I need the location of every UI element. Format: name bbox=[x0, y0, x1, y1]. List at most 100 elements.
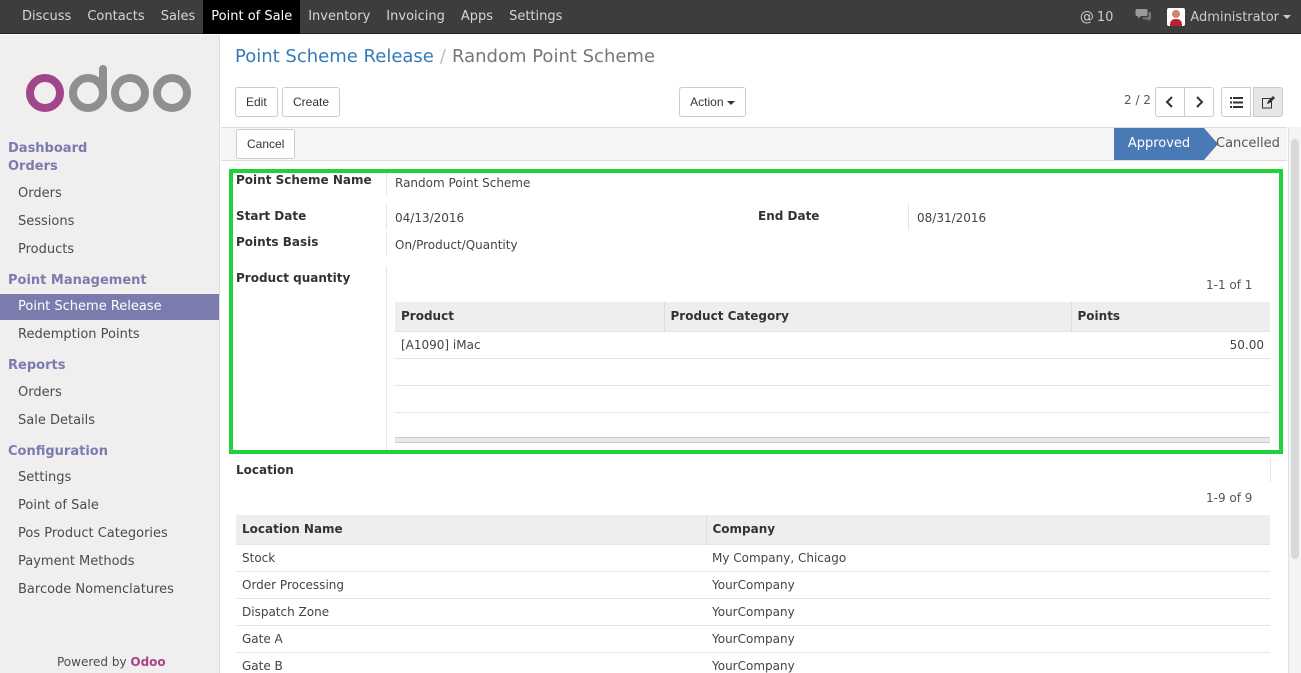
powered-by-text: Powered by bbox=[57, 655, 127, 669]
company-cell: YourCompany bbox=[706, 597, 1270, 625]
menu-point-of-sale[interactable]: Point of Sale bbox=[203, 0, 301, 34]
user-name[interactable]: Administrator bbox=[1190, 10, 1279, 25]
form-view-button[interactable] bbox=[1253, 87, 1283, 117]
status-bar: Cancel Approved Cancelled bbox=[221, 128, 1287, 161]
table-header-row: Location Name Company bbox=[236, 515, 1270, 544]
action-dropdown[interactable]: Action bbox=[679, 87, 746, 117]
stage-cancelled[interactable]: Cancelled bbox=[1216, 128, 1280, 160]
sidebar-section-dashboard[interactable]: Dashboard bbox=[8, 141, 87, 156]
empty-row bbox=[395, 411, 1270, 439]
sidebar-item-sessions[interactable]: Sessions bbox=[0, 209, 219, 235]
location-table: Location Name Company Stock My Company, … bbox=[236, 515, 1270, 673]
notifications-button[interactable]: @ 10 bbox=[1080, 9, 1114, 25]
points-cell: 50.00 bbox=[1071, 330, 1270, 358]
pager-previous-button[interactable] bbox=[1155, 87, 1185, 117]
column-company[interactable]: Company bbox=[705, 515, 1270, 544]
sidebar-item-sale-details[interactable]: Sale Details bbox=[0, 408, 219, 434]
sidebar-section-orders[interactable]: Orders bbox=[8, 159, 58, 174]
sidebar-section-reports[interactable]: Reports bbox=[8, 358, 65, 373]
product-pager[interactable]: 1-1 of 1 bbox=[1206, 278, 1252, 292]
table-row[interactable]: [A1090] iMac 50.00 bbox=[395, 330, 1270, 358]
menu-apps[interactable]: Apps bbox=[453, 0, 501, 34]
app-menu: Discuss Contacts Sales Point of Sale Inv… bbox=[14, 0, 570, 34]
sidebar-section-configuration[interactable]: Configuration bbox=[8, 444, 108, 459]
stage-approved[interactable]: Approved bbox=[1114, 128, 1218, 160]
sidebar-item-orders[interactable]: Orders bbox=[0, 181, 219, 207]
breadcrumb: Point Scheme Release / Random Point Scheme bbox=[235, 46, 655, 67]
product-quantity-table: Product Product Category Points [A1090] … bbox=[395, 302, 1270, 439]
menu-contacts[interactable]: Contacts bbox=[79, 0, 152, 34]
table-row[interactable]: Dispatch Zone YourCompany bbox=[236, 597, 1270, 625]
sidebar-item-settings[interactable]: Settings bbox=[0, 465, 219, 491]
powered-by: Powered by Odoo bbox=[57, 655, 166, 669]
menu-sales[interactable]: Sales bbox=[153, 0, 204, 34]
column-product[interactable]: Product bbox=[395, 302, 664, 331]
chevron-right-icon bbox=[1196, 96, 1204, 108]
sidebar-section-point-management[interactable]: Point Management bbox=[8, 273, 147, 288]
sidebar-item-pos-product-categories[interactable]: Pos Product Categories bbox=[0, 521, 219, 547]
sidebar-item-barcode-nomenclatures[interactable]: Barcode Nomenclatures bbox=[0, 577, 219, 603]
table-row[interactable]: Order Processing YourCompany bbox=[236, 570, 1270, 598]
field-divider bbox=[386, 171, 387, 195]
menu-invoicing[interactable]: Invoicing bbox=[378, 0, 453, 34]
list-icon bbox=[1229, 96, 1243, 108]
table-row[interactable]: Stock My Company, Chicago bbox=[236, 543, 1270, 571]
point-scheme-name-value: Random Point Scheme bbox=[395, 176, 531, 190]
action-label: Action bbox=[690, 95, 724, 109]
end-date-label: End Date bbox=[758, 209, 820, 223]
list-view-button[interactable] bbox=[1221, 87, 1251, 117]
sidebar-item-redemption-points[interactable]: Redemption Points bbox=[0, 322, 219, 348]
company-cell: YourCompany bbox=[706, 651, 1270, 673]
user-caret-icon bbox=[1283, 15, 1291, 19]
table-row[interactable]: Gate B YourCompany bbox=[236, 651, 1270, 673]
menu-inventory[interactable]: Inventory bbox=[300, 0, 378, 34]
menu-settings[interactable]: Settings bbox=[501, 0, 570, 34]
field-divider bbox=[386, 266, 387, 450]
user-avatar[interactable] bbox=[1167, 8, 1186, 26]
action-caret-icon bbox=[726, 100, 735, 105]
product-cell: [A1090] iMac bbox=[395, 330, 664, 358]
sidebar: Dashboard Orders Orders Sessions Product… bbox=[0, 35, 220, 673]
column-location-name[interactable]: Location Name bbox=[236, 515, 706, 544]
pager-value[interactable]: 2 / 2 bbox=[1124, 93, 1151, 107]
location-name-cell: Dispatch Zone bbox=[236, 597, 706, 625]
menu-discuss[interactable]: Discuss bbox=[14, 0, 79, 34]
start-date-label: Start Date bbox=[236, 209, 307, 223]
create-button[interactable]: Create bbox=[282, 87, 341, 117]
cancel-button[interactable]: Cancel bbox=[236, 129, 296, 159]
location-pager[interactable]: 1-9 of 9 bbox=[1206, 491, 1252, 505]
end-date-value: 08/31/2016 bbox=[917, 211, 987, 225]
scrollbar-thumb[interactable] bbox=[1291, 139, 1299, 559]
product-category-cell bbox=[664, 330, 1071, 358]
sidebar-item-point-of-sale[interactable]: Point of Sale bbox=[0, 493, 219, 519]
edit-button[interactable]: Edit bbox=[235, 87, 278, 117]
points-basis-value: On/Product/Quantity bbox=[395, 238, 518, 252]
powered-by-brand[interactable]: Odoo bbox=[130, 655, 165, 669]
breadcrumb-current: Random Point Scheme bbox=[451, 46, 656, 67]
sidebar-item-report-orders[interactable]: Orders bbox=[0, 380, 219, 406]
field-divider bbox=[908, 204, 909, 230]
breadcrumb-parent[interactable]: Point Scheme Release bbox=[235, 46, 434, 67]
sidebar-item-payment-methods[interactable]: Payment Methods bbox=[0, 549, 219, 575]
field-divider bbox=[1270, 458, 1271, 482]
location-label: Location bbox=[236, 463, 294, 477]
sidebar-item-point-scheme-release[interactable]: Point Scheme Release bbox=[0, 294, 219, 320]
vertical-scrollbar[interactable] bbox=[1288, 127, 1301, 673]
location-name-cell: Gate B bbox=[236, 651, 706, 673]
chat-icon[interactable] bbox=[1135, 8, 1152, 26]
empty-row bbox=[395, 384, 1270, 412]
at-icon: @ bbox=[1079, 9, 1094, 25]
sidebar-item-products[interactable]: Products bbox=[0, 237, 219, 263]
breadcrumb-separator: / bbox=[439, 46, 446, 67]
column-points[interactable]: Points bbox=[1070, 302, 1270, 331]
edit-icon bbox=[1261, 95, 1275, 108]
point-scheme-name-label: Point Scheme Name bbox=[236, 173, 372, 187]
table-footer bbox=[395, 437, 1270, 443]
field-divider bbox=[386, 204, 387, 230]
column-product-category[interactable]: Product Category bbox=[663, 302, 1071, 331]
company-cell: My Company, Chicago bbox=[706, 543, 1270, 571]
pager-next-button[interactable] bbox=[1184, 87, 1214, 117]
product-quantity-label: Product quantity bbox=[236, 271, 351, 285]
chevron-left-icon bbox=[1165, 96, 1173, 108]
table-row[interactable]: Gate A YourCompany bbox=[236, 624, 1270, 652]
